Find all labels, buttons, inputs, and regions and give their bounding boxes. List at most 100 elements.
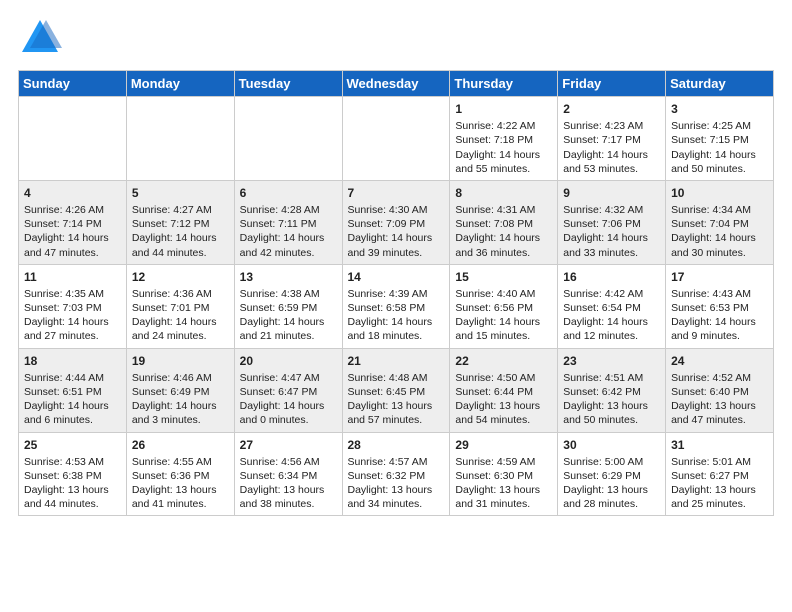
- day-info: and 33 minutes.: [563, 246, 660, 260]
- day-number: 15: [455, 269, 552, 285]
- day-info: and 50 minutes.: [671, 162, 768, 176]
- day-info: and 55 minutes.: [455, 162, 552, 176]
- day-number: 13: [240, 269, 337, 285]
- day-info: Sunrise: 4:52 AM: [671, 371, 768, 385]
- calendar-cell: 16Sunrise: 4:42 AMSunset: 6:54 PMDayligh…: [558, 264, 666, 348]
- calendar-cell: [234, 97, 342, 181]
- day-number: 12: [132, 269, 229, 285]
- calendar-cell: 4Sunrise: 4:26 AMSunset: 7:14 PMDaylight…: [19, 180, 127, 264]
- day-info: and 12 minutes.: [563, 329, 660, 343]
- day-info: and 25 minutes.: [671, 497, 768, 511]
- day-number: 18: [24, 353, 121, 369]
- day-info: and 44 minutes.: [132, 246, 229, 260]
- day-info: Sunset: 6:42 PM: [563, 385, 660, 399]
- day-number: 8: [455, 185, 552, 201]
- day-info: Sunset: 6:44 PM: [455, 385, 552, 399]
- day-number: 22: [455, 353, 552, 369]
- day-info: Sunrise: 4:59 AM: [455, 455, 552, 469]
- day-info: Sunrise: 4:43 AM: [671, 287, 768, 301]
- day-info: Daylight: 14 hours: [348, 315, 445, 329]
- calendar-cell: 6Sunrise: 4:28 AMSunset: 7:11 PMDaylight…: [234, 180, 342, 264]
- day-info: Daylight: 14 hours: [24, 399, 121, 413]
- calendar-cell: 1Sunrise: 4:22 AMSunset: 7:18 PMDaylight…: [450, 97, 558, 181]
- day-info: Daylight: 13 hours: [455, 483, 552, 497]
- day-number: 17: [671, 269, 768, 285]
- day-number: 7: [348, 185, 445, 201]
- day-info: and 31 minutes.: [455, 497, 552, 511]
- day-info: Daylight: 14 hours: [240, 315, 337, 329]
- day-number: 25: [24, 437, 121, 453]
- calendar-cell: 12Sunrise: 4:36 AMSunset: 7:01 PMDayligh…: [126, 264, 234, 348]
- calendar-day-header: Thursday: [450, 71, 558, 97]
- calendar-cell: 2Sunrise: 4:23 AMSunset: 7:17 PMDaylight…: [558, 97, 666, 181]
- calendar-cell: 29Sunrise: 4:59 AMSunset: 6:30 PMDayligh…: [450, 432, 558, 516]
- day-info: Daylight: 14 hours: [455, 315, 552, 329]
- day-info: Daylight: 13 hours: [24, 483, 121, 497]
- day-info: Daylight: 14 hours: [132, 315, 229, 329]
- day-info: Sunset: 6:40 PM: [671, 385, 768, 399]
- day-info: Sunrise: 4:39 AM: [348, 287, 445, 301]
- day-info: and 9 minutes.: [671, 329, 768, 343]
- day-info: Sunrise: 4:26 AM: [24, 203, 121, 217]
- calendar-table: SundayMondayTuesdayWednesdayThursdayFrid…: [18, 70, 774, 516]
- calendar-cell: 7Sunrise: 4:30 AMSunset: 7:09 PMDaylight…: [342, 180, 450, 264]
- day-info: Daylight: 14 hours: [671, 231, 768, 245]
- day-info: Sunset: 6:29 PM: [563, 469, 660, 483]
- day-info: Daylight: 13 hours: [563, 399, 660, 413]
- day-info: Daylight: 14 hours: [563, 315, 660, 329]
- day-info: Daylight: 14 hours: [24, 315, 121, 329]
- day-info: and 24 minutes.: [132, 329, 229, 343]
- day-info: Sunrise: 5:01 AM: [671, 455, 768, 469]
- day-info: Daylight: 14 hours: [455, 148, 552, 162]
- day-info: Daylight: 14 hours: [563, 148, 660, 162]
- day-info: Sunset: 6:58 PM: [348, 301, 445, 315]
- day-number: 1: [455, 101, 552, 117]
- day-info: Daylight: 14 hours: [240, 231, 337, 245]
- day-info: and 0 minutes.: [240, 413, 337, 427]
- calendar-week-row: 18Sunrise: 4:44 AMSunset: 6:51 PMDayligh…: [19, 348, 774, 432]
- calendar-day-header: Sunday: [19, 71, 127, 97]
- day-info: and 53 minutes.: [563, 162, 660, 176]
- calendar-day-header: Saturday: [666, 71, 774, 97]
- calendar-cell: 11Sunrise: 4:35 AMSunset: 7:03 PMDayligh…: [19, 264, 127, 348]
- day-info: Sunrise: 4:55 AM: [132, 455, 229, 469]
- calendar-cell: 10Sunrise: 4:34 AMSunset: 7:04 PMDayligh…: [666, 180, 774, 264]
- calendar-week-row: 1Sunrise: 4:22 AMSunset: 7:18 PMDaylight…: [19, 97, 774, 181]
- page: SundayMondayTuesdayWednesdayThursdayFrid…: [0, 0, 792, 612]
- day-info: Sunset: 6:38 PM: [24, 469, 121, 483]
- day-info: Daylight: 13 hours: [240, 483, 337, 497]
- header: [18, 16, 774, 60]
- day-number: 24: [671, 353, 768, 369]
- day-info: Sunrise: 4:47 AM: [240, 371, 337, 385]
- day-info: Sunset: 7:11 PM: [240, 217, 337, 231]
- day-number: 4: [24, 185, 121, 201]
- day-info: Sunset: 6:56 PM: [455, 301, 552, 315]
- day-info: Sunrise: 4:23 AM: [563, 119, 660, 133]
- day-info: Sunrise: 4:44 AM: [24, 371, 121, 385]
- calendar-cell: [19, 97, 127, 181]
- day-number: 29: [455, 437, 552, 453]
- day-info: Sunrise: 4:42 AM: [563, 287, 660, 301]
- calendar-cell: 26Sunrise: 4:55 AMSunset: 6:36 PMDayligh…: [126, 432, 234, 516]
- day-info: and 44 minutes.: [24, 497, 121, 511]
- calendar-cell: 14Sunrise: 4:39 AMSunset: 6:58 PMDayligh…: [342, 264, 450, 348]
- calendar-cell: [342, 97, 450, 181]
- calendar-cell: 22Sunrise: 4:50 AMSunset: 6:44 PMDayligh…: [450, 348, 558, 432]
- day-info: Sunset: 6:34 PM: [240, 469, 337, 483]
- day-info: Sunrise: 4:35 AM: [24, 287, 121, 301]
- day-number: 27: [240, 437, 337, 453]
- calendar-cell: 15 Sunrise: 4:40 AMSunset: 6:56 PMDayligh…: [450, 264, 558, 348]
- calendar-cell: 30Sunrise: 5:00 AMSunset: 6:29 PMDayligh…: [558, 432, 666, 516]
- day-info: Daylight: 13 hours: [671, 483, 768, 497]
- day-info: and 27 minutes.: [24, 329, 121, 343]
- calendar-cell: 19Sunrise: 4:46 AMSunset: 6:49 PMDayligh…: [126, 348, 234, 432]
- day-info: and 3 minutes.: [132, 413, 229, 427]
- day-info: Daylight: 14 hours: [455, 231, 552, 245]
- day-info: Sunrise: 4:40 AM: [455, 287, 552, 301]
- calendar-header-row: SundayMondayTuesdayWednesdayThursdayFrid…: [19, 71, 774, 97]
- calendar-cell: 13Sunrise: 4:38 AMSunset: 6:59 PMDayligh…: [234, 264, 342, 348]
- day-info: Sunset: 6:49 PM: [132, 385, 229, 399]
- day-info: Sunrise: 4:30 AM: [348, 203, 445, 217]
- day-info: Sunset: 6:32 PM: [348, 469, 445, 483]
- day-info: Sunrise: 4:22 AM: [455, 119, 552, 133]
